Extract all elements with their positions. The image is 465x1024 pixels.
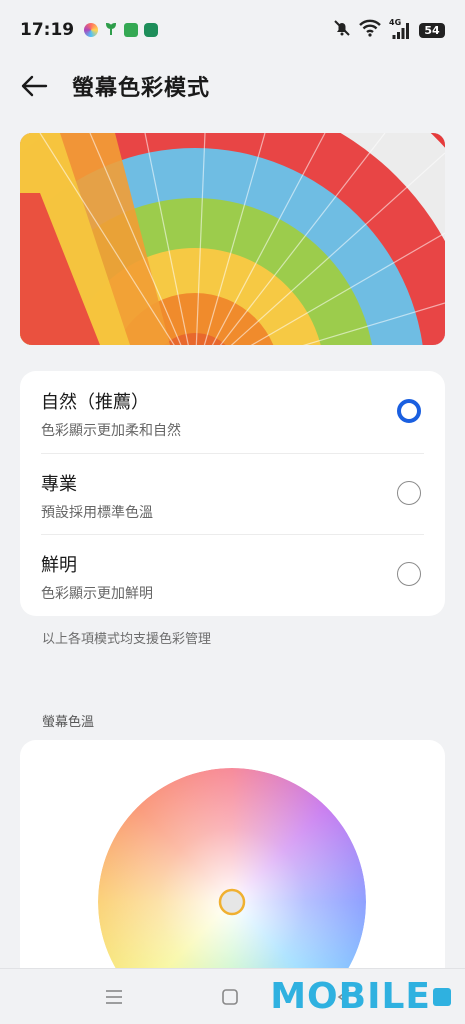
mode-description: 色彩顯示更加鮮明 — [41, 586, 153, 602]
radio-unchecked-icon[interactable] — [397, 481, 421, 505]
preview-image — [20, 133, 445, 345]
section-label-temperature: 螢幕色溫 — [42, 715, 95, 730]
mode-title: 專業 — [41, 474, 77, 495]
speech-bubble-icon — [433, 987, 451, 1006]
watermark-logo: MOBILE — [270, 976, 451, 1017]
back-button[interactable] — [20, 70, 52, 102]
mode-description: 預設採用標準色溫 — [41, 505, 153, 521]
radio-checked-icon[interactable] — [397, 399, 421, 423]
wifi-icon — [359, 19, 381, 41]
radio-unchecked-icon[interactable] — [397, 562, 421, 586]
back-arrow-icon — [21, 75, 48, 97]
status-right: 4G 54 — [333, 18, 445, 41]
home-button[interactable] — [221, 988, 239, 1010]
settings-notification-icon — [144, 23, 159, 37]
document-notification-icon — [124, 23, 139, 37]
color-management-hint: 以上各項模式均支援色彩管理 — [42, 632, 212, 647]
notification-icons — [84, 21, 159, 40]
mode-option-vivid[interactable]: 鮮明 色彩顯示更加鮮明 — [20, 534, 445, 614]
color-picker-handle[interactable] — [218, 888, 246, 916]
page-title: 螢幕色彩模式 — [72, 76, 211, 101]
status-bar: 17:19 4G 54 — [0, 0, 465, 60]
color-mode-card: 自然（推薦） 色彩顯示更加柔和自然 專業 預設採用標準色溫 鮮明 色彩顯示更加鮮… — [20, 371, 445, 616]
mode-description: 色彩顯示更加柔和自然 — [41, 423, 181, 439]
battery-icon: 54 — [419, 22, 445, 38]
mode-option-natural[interactable]: 自然（推薦） 色彩顯示更加柔和自然 — [20, 371, 445, 451]
mode-option-professional[interactable]: 專業 預設採用標準色溫 — [20, 453, 445, 533]
menu-button[interactable] — [104, 988, 124, 1010]
status-time: 17:19 — [20, 20, 75, 40]
mode-title: 鮮明 — [41, 555, 77, 576]
hot-air-balloon-image — [20, 133, 445, 345]
home-icon — [222, 989, 238, 1005]
signal-icon: 4G — [389, 18, 411, 39]
menu-icon — [106, 990, 122, 1004]
mode-title: 自然（推薦） — [41, 392, 149, 413]
mute-bell-icon — [333, 19, 351, 41]
plant-notification-icon — [104, 21, 118, 40]
app-notification-icon — [84, 23, 99, 37]
app-bar: 螢幕色彩模式 — [0, 60, 465, 112]
watermark-text: MOBILE — [270, 976, 431, 1017]
